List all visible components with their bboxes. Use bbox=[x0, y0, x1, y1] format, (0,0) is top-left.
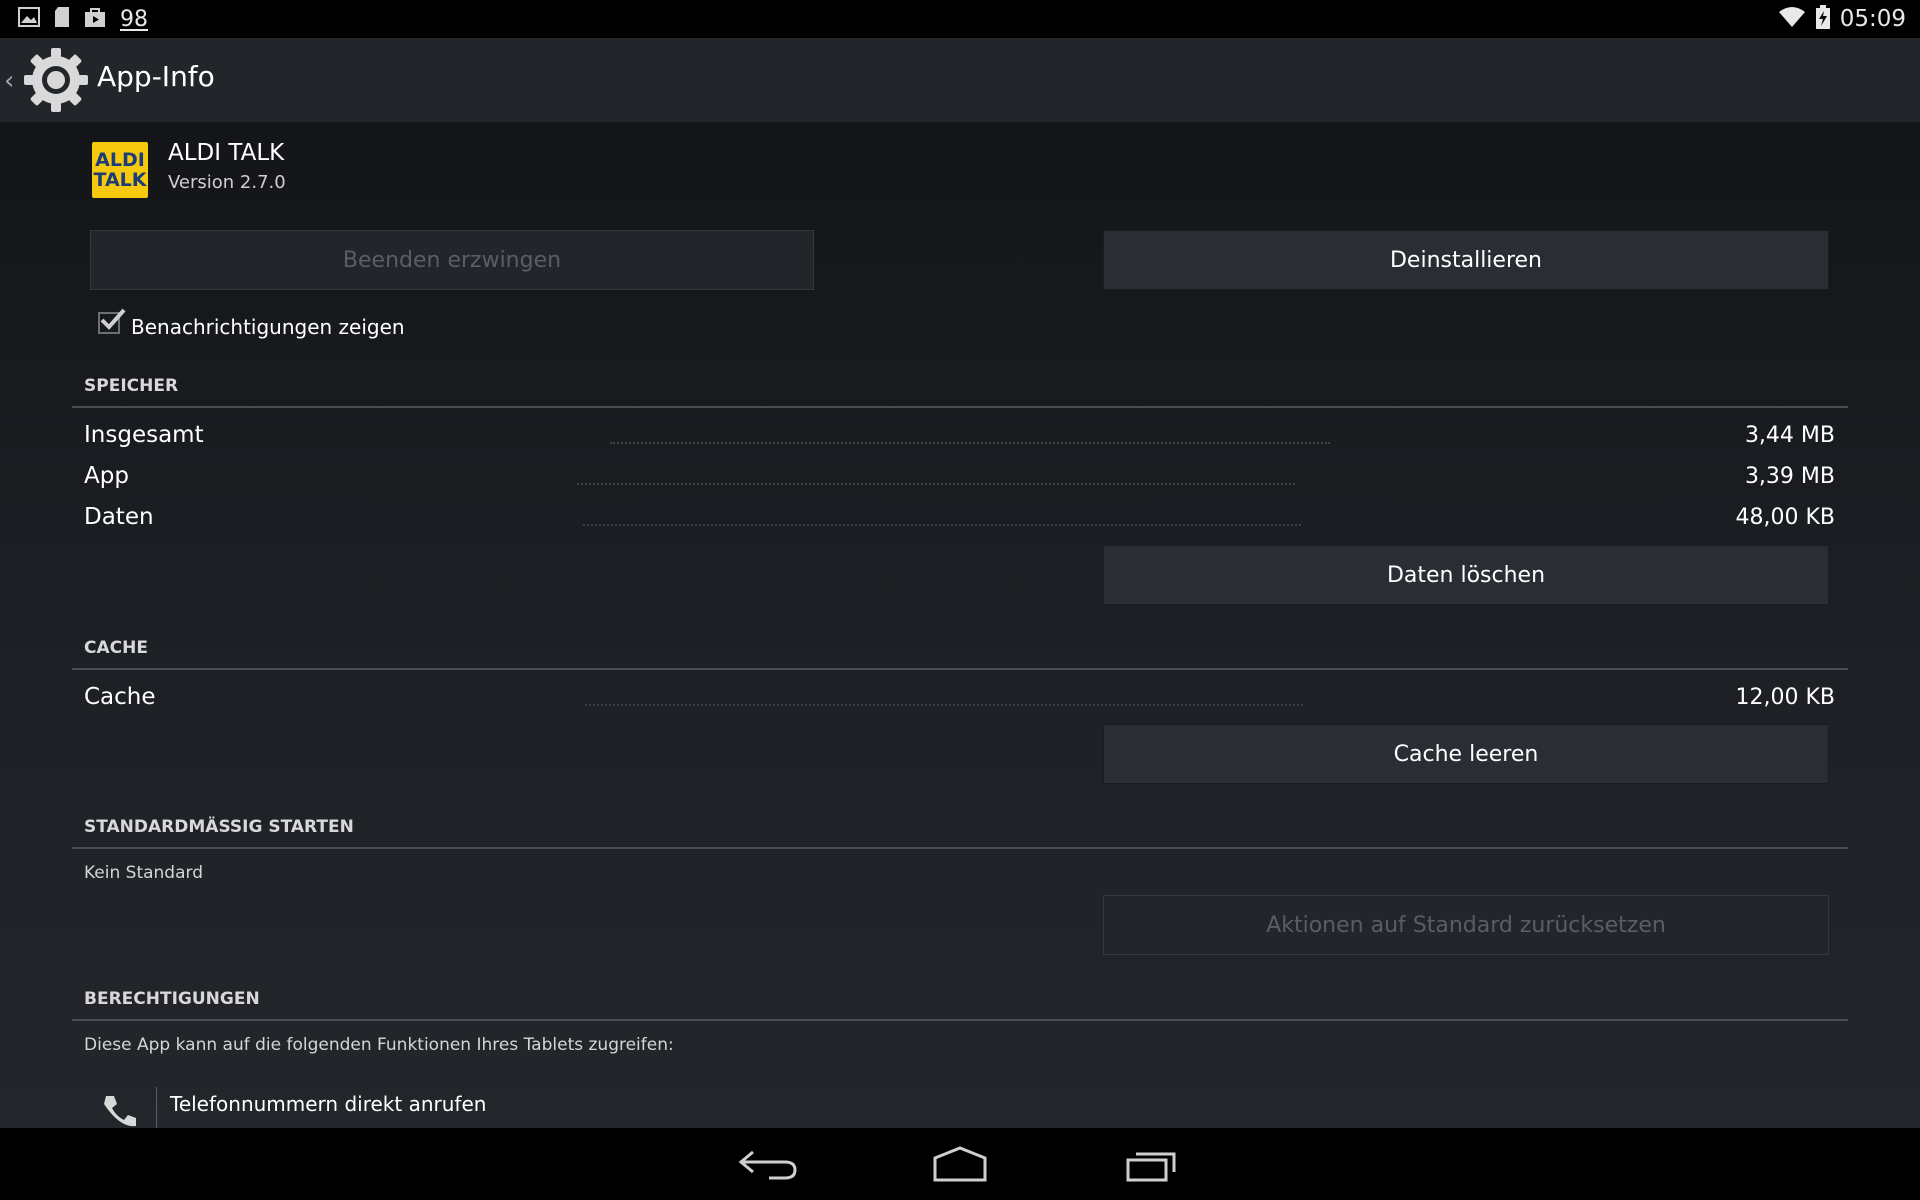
force-stop-button[interactable]: Beenden erzwingen bbox=[90, 230, 814, 290]
clear-cache-button[interactable]: Cache leeren bbox=[1103, 724, 1829, 784]
leader-dots bbox=[610, 442, 1330, 444]
wifi-icon bbox=[1778, 6, 1806, 32]
page-title: App-Info bbox=[97, 60, 215, 93]
cache-divider bbox=[72, 668, 1848, 670]
clock: 05:09 bbox=[1839, 6, 1906, 32]
app-logo: ALDI TALK bbox=[92, 142, 148, 198]
settings-gear-icon[interactable] bbox=[20, 44, 92, 116]
navigation-bar bbox=[0, 1128, 1920, 1200]
storage-divider bbox=[72, 406, 1848, 408]
back-chevron-icon[interactable]: ‹ bbox=[4, 66, 14, 96]
action-bar: ‹ App-Info bbox=[0, 38, 1920, 122]
app-version: Version 2.7.0 bbox=[168, 172, 286, 193]
leader-dots bbox=[583, 524, 1301, 526]
storage-total-label: Insgesamt bbox=[84, 422, 204, 448]
cache-label: Cache bbox=[84, 684, 156, 710]
status-bar-notifications: 98 bbox=[18, 4, 148, 34]
notifications-checkbox-label[interactable]: Benachrichtigungen zeigen bbox=[131, 315, 405, 339]
cache-value: 12,00 KB bbox=[1735, 685, 1836, 710]
launch-default-divider bbox=[72, 847, 1848, 849]
phone-icon bbox=[100, 1092, 140, 1128]
notification-count: 98 bbox=[120, 6, 148, 32]
uninstall-button[interactable]: Deinstallieren bbox=[1103, 230, 1829, 290]
leader-dots bbox=[577, 483, 1295, 485]
storage-app-label: App bbox=[84, 463, 129, 489]
leader-dots bbox=[585, 704, 1303, 706]
app-info-content: ALDI TALK ALDI TALK Version 2.7.0 Beende… bbox=[0, 122, 1920, 1128]
launch-default-section-header: STANDARDMÄSSIG STARTEN bbox=[84, 817, 354, 837]
app-logo-line1: ALDI bbox=[95, 149, 145, 171]
home-icon[interactable] bbox=[925, 1138, 995, 1190]
permissions-intro: Diese App kann auf die folgenden Funktio… bbox=[84, 1035, 674, 1055]
image-icon bbox=[18, 7, 40, 31]
storage-total-value: 3,44 MB bbox=[1744, 423, 1835, 448]
status-bar: 98 05:09 bbox=[0, 0, 1920, 38]
sd-card-icon bbox=[54, 6, 70, 32]
permission-item-call[interactable]: Telefonnummern direkt anrufen bbox=[170, 1092, 486, 1116]
clear-data-button[interactable]: Daten löschen bbox=[1103, 545, 1829, 605]
recent-apps-icon[interactable] bbox=[1118, 1138, 1188, 1190]
checkmark-icon bbox=[100, 308, 126, 330]
notifications-checkbox[interactable] bbox=[98, 308, 126, 334]
app-name: ALDI TALK bbox=[168, 140, 285, 166]
permission-divider bbox=[156, 1087, 157, 1128]
permissions-section-header: BERECHTIGUNGEN bbox=[84, 989, 260, 1009]
storage-data-label: Daten bbox=[84, 504, 154, 530]
storage-section-header: SPEICHER bbox=[84, 376, 179, 396]
status-bar-system: 05:09 bbox=[1778, 4, 1906, 34]
battery-icon bbox=[1815, 5, 1830, 33]
cache-section-header: CACHE bbox=[84, 638, 148, 658]
storage-data-value: 48,00 KB bbox=[1735, 505, 1836, 530]
permissions-divider bbox=[72, 1019, 1848, 1021]
back-icon[interactable] bbox=[733, 1138, 803, 1190]
store-bag-icon bbox=[84, 6, 106, 32]
storage-app-value: 3,39 MB bbox=[1744, 464, 1835, 489]
launch-default-text: Kein Standard bbox=[84, 863, 203, 883]
reset-defaults-button[interactable]: Aktionen auf Standard zurücksetzen bbox=[1103, 895, 1829, 955]
app-logo-line2: TALK bbox=[93, 169, 147, 191]
